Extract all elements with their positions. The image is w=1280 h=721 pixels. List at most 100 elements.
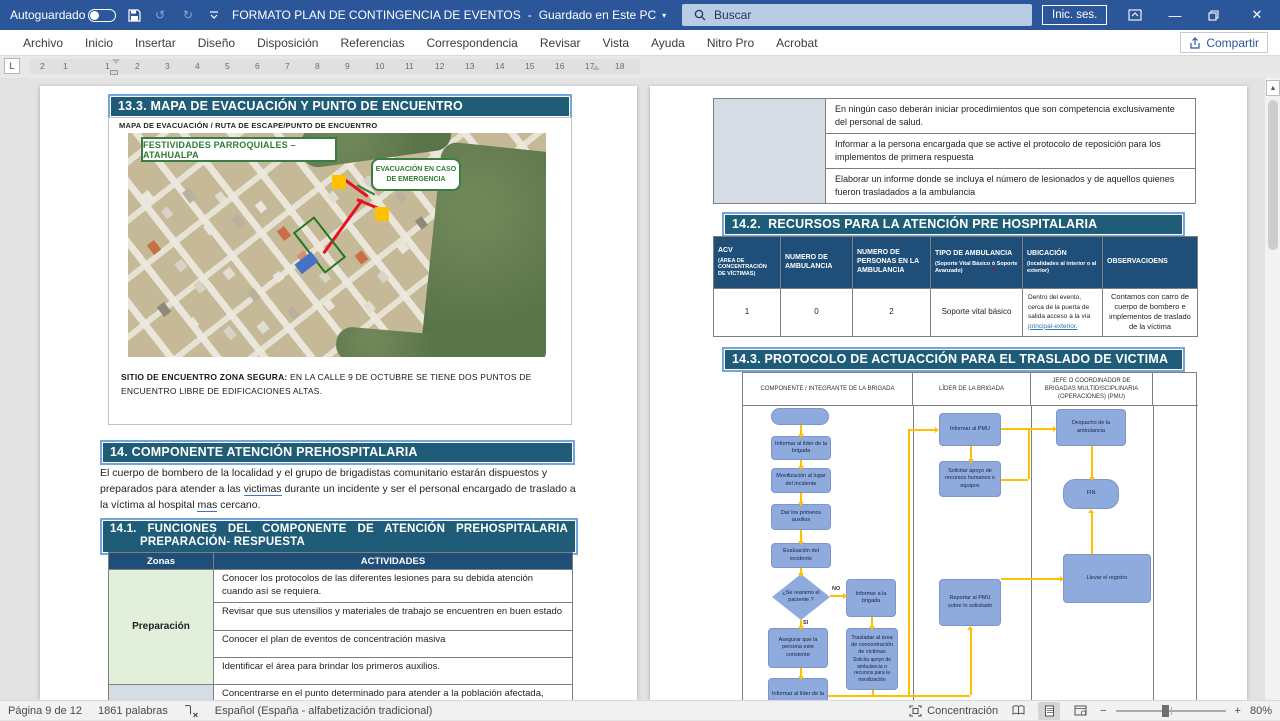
ribbon-display-options-icon[interactable] bbox=[1118, 0, 1152, 30]
language-indicator[interactable]: Español (España - alfabetización tradici… bbox=[215, 705, 433, 717]
evacuation-map-frame: MAPA DE EVACUACIÓN / RUTA DE ESCAPE/PUNT… bbox=[108, 117, 572, 425]
flow-arrowhead bbox=[1060, 576, 1064, 582]
ubicacion-link[interactable]: principal-exterior. bbox=[1028, 323, 1078, 330]
zoom-slider[interactable] bbox=[1116, 710, 1226, 712]
flow-arrowhead bbox=[798, 466, 804, 470]
read-mode-button[interactable] bbox=[1007, 702, 1029, 720]
document-page-right[interactable]: En ningún caso deberán iniciar procedimi… bbox=[650, 86, 1247, 700]
map-building bbox=[255, 201, 267, 214]
heading-14-1: 14.1. FUNCIONES DEL COMPONENTE DE ATENCI… bbox=[100, 518, 578, 555]
share-button[interactable]: Compartir bbox=[1180, 32, 1268, 53]
ribbon-tab-archivo[interactable]: Archivo bbox=[12, 30, 74, 56]
minimize-button[interactable]: — bbox=[1158, 0, 1192, 30]
ribbon-tab-inicio[interactable]: Inicio bbox=[74, 30, 124, 56]
map-building bbox=[182, 188, 197, 204]
flow-no-label: NO bbox=[832, 586, 840, 592]
flow-connector bbox=[908, 429, 936, 431]
tab-selector-icon[interactable]: L bbox=[4, 58, 20, 74]
ribbon-tab-disposición[interactable]: Disposición bbox=[246, 30, 329, 56]
map-evacuation-callout: EVACUACIÓN EN CASO DE EMERGENCIA bbox=[371, 158, 461, 191]
ribbon-tab-nitro-pro[interactable]: Nitro Pro bbox=[696, 30, 765, 56]
saved-location-text[interactable]: Guardado en Este PC bbox=[539, 8, 656, 22]
zone-cell-respuesta bbox=[109, 684, 214, 700]
map-building bbox=[222, 267, 235, 280]
activity-cell: Elaborar un informe donde se incluya el … bbox=[826, 169, 1196, 204]
map-building bbox=[147, 240, 161, 255]
activity-cell: Informar a la persona encargada que se a… bbox=[826, 134, 1196, 169]
activity-cell: Conocer los protocolos de las diferentes… bbox=[214, 570, 573, 603]
heading-14: 14. COMPONENTE ATENCIÓN PREHOSPITALARIA bbox=[100, 440, 575, 465]
ruler-number: 5 bbox=[225, 61, 230, 71]
heading-14-2: 14.2. RECURSOS PARA LA ATENCIÓN PRE HOSP… bbox=[722, 212, 1185, 237]
undo-icon[interactable]: ↺ bbox=[148, 0, 172, 30]
evacuation-map-image[interactable]: FESTIVIDADES PARROQUIALES – ATAHUALPA EV… bbox=[128, 133, 546, 357]
right-indent-marker[interactable] bbox=[592, 65, 600, 70]
horizontal-ruler: 21123456789101112131415161718 bbox=[30, 59, 640, 74]
flow-connector bbox=[1001, 479, 1028, 481]
flow-arrowhead bbox=[798, 626, 804, 630]
ribbon-tabs: ArchivoInicioInsertarDiseñoDisposiciónRe… bbox=[0, 30, 1280, 56]
lane-divider bbox=[1153, 406, 1154, 700]
flow-arrowhead bbox=[798, 434, 804, 438]
print-layout-button[interactable] bbox=[1038, 702, 1060, 720]
ruler-number: 4 bbox=[195, 61, 200, 71]
activity-cell: Conocer el plan de eventos de concentrac… bbox=[214, 630, 573, 657]
map-building bbox=[323, 299, 335, 312]
scrollbar-thumb[interactable] bbox=[1268, 100, 1278, 250]
ribbon-tab-ayuda[interactable]: Ayuda bbox=[640, 30, 696, 56]
zoom-out-button[interactable]: − bbox=[1100, 705, 1106, 717]
search-input[interactable]: Buscar bbox=[682, 4, 1032, 26]
customize-quick-access-icon[interactable] bbox=[202, 0, 226, 30]
web-layout-button[interactable] bbox=[1069, 702, 1091, 720]
flow-node-d1: Despacho de la ambulancia bbox=[1056, 409, 1126, 446]
table-header-cell: UBICACIÓN(localidades al interior o al e… bbox=[1023, 237, 1103, 289]
left-indent-marker[interactable] bbox=[110, 70, 118, 75]
autosave-toggle[interactable] bbox=[88, 9, 116, 22]
redo-icon[interactable]: ↻ bbox=[176, 0, 200, 30]
ribbon-tab-referencias[interactable]: Referencias bbox=[329, 30, 415, 56]
paragraph-14-text: victimas bbox=[244, 483, 282, 496]
zoom-in-button[interactable]: + bbox=[1235, 705, 1241, 717]
ribbon-tab-revisar[interactable]: Revisar bbox=[529, 30, 592, 56]
restore-button[interactable] bbox=[1196, 0, 1230, 30]
meeting-point-text: SITIO DE ENCUENTRO ZONA SEGURA: EN LA CA… bbox=[121, 370, 563, 399]
functions-table: ZonasACTIVIDADESPreparaciónConocer los p… bbox=[108, 552, 572, 700]
ribbon-tab-vista[interactable]: Vista bbox=[592, 30, 640, 56]
flow-lane-header-1: COMPONENTE / INTEGRANTE DE LA BRIGADA bbox=[743, 373, 913, 406]
flow-si-label: SI bbox=[803, 620, 808, 626]
zone-cell bbox=[714, 99, 826, 204]
share-icon bbox=[1189, 37, 1201, 49]
first-line-indent-marker[interactable] bbox=[112, 59, 120, 64]
flow-node-b3: Dar los primeros auxilios bbox=[771, 504, 831, 530]
ribbon-tab-diseño[interactable]: Diseño bbox=[187, 30, 246, 56]
ribbon-tab-insertar[interactable]: Insertar bbox=[124, 30, 187, 56]
ruler-number: 7 bbox=[285, 61, 290, 71]
map-building bbox=[377, 271, 389, 284]
heading-14-3: 14.3. PROTOCOLO DE ACTUACCIÓN PARA EL TR… bbox=[722, 347, 1185, 372]
meeting-point-marker bbox=[375, 207, 389, 221]
proofing-errors-icon[interactable] bbox=[184, 705, 199, 717]
ribbon-tab-acrobat[interactable]: Acrobat bbox=[765, 30, 828, 56]
sign-in-button[interactable]: Inic. ses. bbox=[1042, 5, 1107, 25]
save-icon[interactable] bbox=[122, 0, 146, 30]
scroll-up-button[interactable]: ▲ bbox=[1266, 80, 1280, 96]
table-header-cell: ACTIVIDADES bbox=[214, 553, 573, 570]
close-button[interactable]: ✕ bbox=[1240, 0, 1274, 30]
vertical-scrollbar[interactable]: ▲ bbox=[1264, 78, 1280, 700]
map-building bbox=[231, 214, 245, 229]
map-building bbox=[157, 302, 171, 317]
focus-mode-button[interactable]: Concentración bbox=[909, 705, 998, 717]
zoom-level[interactable]: 80% bbox=[1250, 705, 1272, 717]
word-count[interactable]: 1861 palabras bbox=[98, 705, 168, 717]
page-indicator[interactable]: Página 9 de 12 bbox=[8, 705, 82, 717]
flow-node-b1: Informar al líder de la brigada bbox=[771, 436, 831, 460]
map-building bbox=[187, 317, 199, 330]
ribbon-tab-correspondencia[interactable]: Correspondencia bbox=[415, 30, 528, 56]
flow-connector bbox=[872, 690, 874, 695]
toggle-knob bbox=[90, 11, 99, 20]
ruler-number: 6 bbox=[255, 61, 260, 71]
document-page-left[interactable]: 13.3. MAPA DE EVACUACIÓN Y PUNTO DE ENCU… bbox=[40, 86, 637, 700]
table-cell: 0 bbox=[781, 289, 853, 337]
ruler-number: 2 bbox=[40, 61, 45, 71]
zoom-slider-thumb[interactable] bbox=[1162, 705, 1169, 717]
